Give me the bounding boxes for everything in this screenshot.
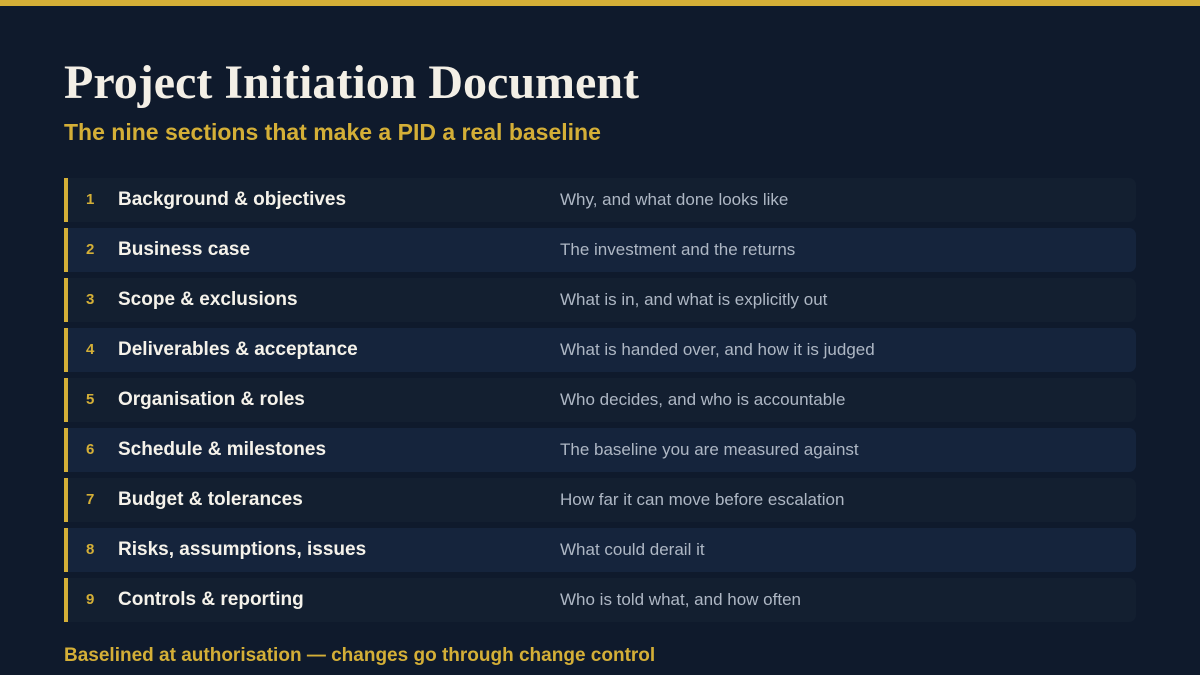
section-name: Risks, assumptions, issues — [118, 539, 367, 560]
section-description: What could derail it — [560, 540, 705, 559]
section-description: Who decides, and who is accountable — [560, 390, 846, 409]
section-number: 6 — [86, 441, 95, 458]
section-row: 2 Business case The investment and the r… — [64, 228, 1136, 272]
section-description: Why, and what done looks like — [560, 190, 789, 209]
section-row: 5 Organisation & roles Who decides, and … — [64, 378, 1136, 422]
section-number: 9 — [86, 591, 95, 608]
section-number: 3 — [86, 291, 95, 308]
section-row: 9 Controls & reporting Who is told what,… — [64, 578, 1136, 622]
section-description: The baseline you are measured against — [560, 440, 859, 459]
section-number: 1 — [86, 191, 95, 208]
top-accent-bar — [0, 0, 1200, 6]
section-name: Controls & reporting — [118, 589, 304, 610]
section-row: 4 Deliverables & acceptance What is hand… — [64, 328, 1136, 372]
section-number: 7 — [86, 491, 95, 508]
section-number: 5 — [86, 391, 95, 408]
section-description: Who is told what, and how often — [560, 590, 801, 609]
section-name: Background & objectives — [118, 189, 347, 210]
section-row: 1 Background & objectives Why, and what … — [64, 178, 1136, 222]
section-row: 3 Scope & exclusions What is in, and wha… — [64, 278, 1136, 322]
page-subtitle: The nine sections that make a PID a real… — [64, 119, 601, 145]
section-name: Deliverables & acceptance — [118, 339, 358, 360]
section-name: Business case — [118, 239, 251, 260]
section-description: How far it can move before escalation — [560, 490, 845, 509]
page-title: Project Initiation Document — [64, 56, 640, 109]
section-name: Budget & tolerances — [118, 489, 303, 510]
footer-note: Baselined at authorisation — changes go … — [64, 645, 656, 666]
section-description: What is handed over, and how it is judge… — [560, 340, 875, 359]
section-description: The investment and the returns — [560, 240, 796, 259]
section-description: What is in, and what is explicitly out — [560, 290, 828, 309]
section-row: 8 Risks, assumptions, issues What could … — [64, 528, 1136, 572]
section-number: 8 — [86, 541, 95, 558]
section-list: 1 Background & objectives Why, and what … — [64, 178, 1136, 628]
section-row: 7 Budget & tolerances How far it can mov… — [64, 478, 1136, 522]
section-name: Scope & exclusions — [118, 289, 298, 310]
section-row: 6 Schedule & milestones The baseline you… — [64, 428, 1136, 472]
section-number: 4 — [86, 341, 95, 358]
section-name: Schedule & milestones — [118, 439, 327, 460]
section-name: Organisation & roles — [118, 389, 305, 410]
section-number: 2 — [86, 241, 95, 258]
